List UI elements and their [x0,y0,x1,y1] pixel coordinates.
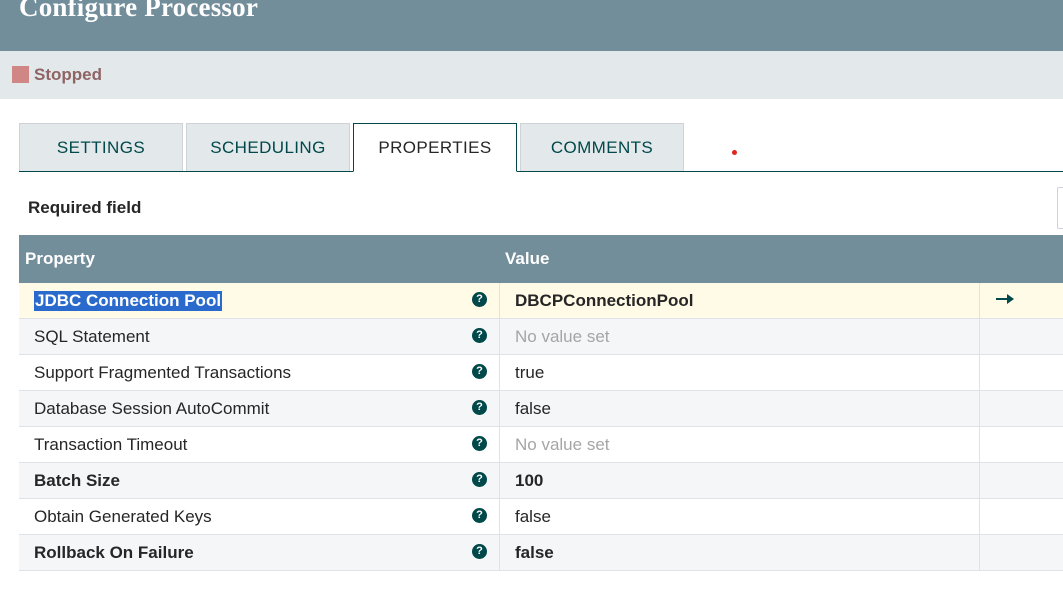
property-value[interactable]: 100 [515,471,543,491]
column-divider [499,427,500,462]
property-name: SQL Statement [34,327,150,346]
column-divider [979,535,980,570]
cursor-dot [732,150,737,155]
stopped-status-icon [12,66,29,83]
tab-properties[interactable]: PROPERTIES [353,123,517,172]
column-divider [499,319,500,354]
table-row[interactable]: JDBC Connection Pool? DBCPConnectionPool [19,283,1063,319]
tab-settings[interactable]: SETTINGS [19,123,183,171]
table-row[interactable]: Rollback On Failure? false [19,535,1063,571]
property-name: Rollback On Failure [34,543,194,562]
table-row[interactable]: Support Fragmented Transactions? true [19,355,1063,391]
table-header: Property Value [19,235,1063,283]
property-value[interactable]: No value set [515,327,610,347]
add-property-button[interactable] [1057,187,1063,229]
column-divider [499,355,500,390]
column-divider [979,463,980,498]
question-circle-icon[interactable]: ? [472,436,487,451]
tab-bar: SETTINGS SCHEDULING PROPERTIES COMMENTS [19,123,1063,172]
status-text: Stopped [34,65,102,84]
dialog-title: Configure Processor [19,0,259,22]
question-circle-icon[interactable]: ? [472,472,487,487]
dialog-header: Configure Processor [0,0,1063,51]
properties-table: Property Value JDBC Connection Pool? DBCP… [19,235,1063,571]
question-circle-icon[interactable]: ? [472,292,487,307]
column-header-value: Value [505,249,550,268]
property-value[interactable]: No value set [515,435,610,455]
column-divider [499,463,500,498]
question-circle-icon[interactable]: ? [472,508,487,523]
question-circle-icon[interactable]: ? [472,544,487,559]
column-divider [979,283,980,318]
property-name: JDBC Connection Pool [34,291,223,311]
property-value[interactable]: DBCPConnectionPool [515,291,694,311]
property-name: Transaction Timeout [34,435,188,454]
table-row[interactable]: Transaction Timeout? No value set [19,427,1063,463]
table-row[interactable]: SQL Statement? No value set [19,319,1063,355]
column-header-property: Property [25,249,95,268]
required-field-label: Required field [28,198,142,217]
property-value[interactable]: false [515,399,551,419]
table-row[interactable]: Batch Size? 100 [19,463,1063,499]
table-row[interactable]: Obtain Generated Keys? false [19,499,1063,535]
property-name: Support Fragmented Transactions [34,363,292,382]
column-divider [499,499,500,534]
tab-comments[interactable]: COMMENTS [520,123,684,171]
column-divider [979,319,980,354]
property-value[interactable]: true [515,363,544,383]
column-divider [499,391,500,426]
status-bar: Stopped [0,51,1063,99]
tab-scheduling[interactable]: SCHEDULING [186,123,350,171]
property-name: Batch Size [34,471,120,490]
column-divider [979,391,980,426]
column-divider [979,499,980,534]
column-divider [979,427,980,462]
property-name: Database Session AutoCommit [34,399,270,418]
question-circle-icon[interactable]: ? [472,364,487,379]
property-value[interactable]: false [515,507,551,527]
column-divider [499,535,500,570]
property-value[interactable]: false [515,543,554,563]
property-name: Obtain Generated Keys [34,507,212,526]
column-divider [979,355,980,390]
question-circle-icon[interactable]: ? [472,328,487,343]
table-row[interactable]: Database Session AutoCommit? false [19,391,1063,427]
question-circle-icon[interactable]: ? [472,400,487,415]
arrow-right-icon[interactable] [994,289,1016,309]
column-divider [499,283,500,318]
